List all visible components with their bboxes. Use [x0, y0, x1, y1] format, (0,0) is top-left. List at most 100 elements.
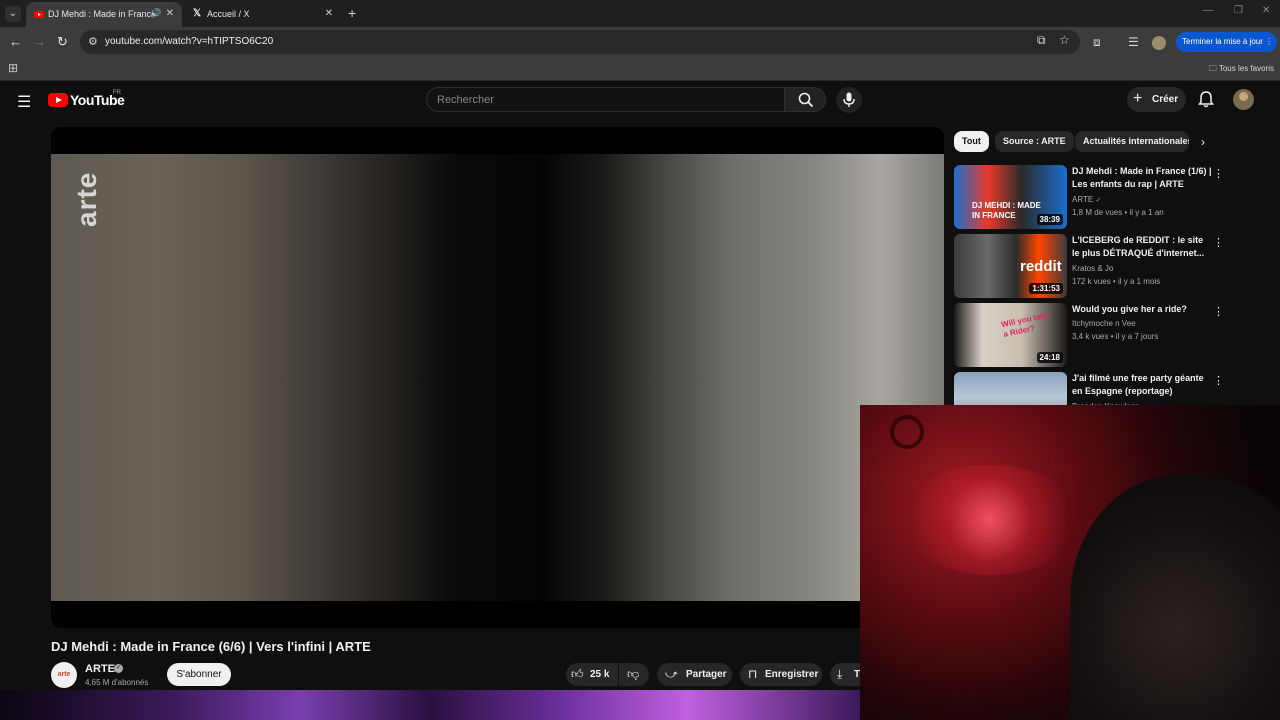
user-avatar[interactable]: [1233, 89, 1254, 110]
back-arrow-icon[interactable]: ←: [9, 34, 22, 49]
subscribe-button[interactable]: S'abonner: [167, 663, 231, 686]
create-label: Créer: [1152, 94, 1179, 105]
share-button[interactable]: ⤻ Partager: [657, 663, 732, 686]
thumbnail-text: Will you take a Rider?: [1000, 310, 1051, 340]
channel-avatar-text: arte: [57, 671, 71, 678]
dislike-button[interactable]: 👎︎: [619, 663, 649, 686]
close-window-icon[interactable]: ✕: [1262, 5, 1270, 16]
plus-icon: +: [1133, 90, 1143, 107]
search-input[interactable]: [426, 87, 784, 112]
bookmark-icon: ⊓: [748, 667, 758, 681]
reload-icon[interactable]: ↻: [57, 34, 68, 50]
like-count: 25 k: [590, 669, 610, 680]
youtube-logo-icon[interactable]: [48, 93, 68, 107]
notifications-bell-icon[interactable]: [1197, 90, 1215, 108]
browser-tab-youtube[interactable]: DJ Mehdi : Made in France 🔊 ✕: [26, 2, 182, 27]
maximize-window-icon[interactable]: ❐: [1234, 5, 1243, 16]
thumbs-down-icon: 👎︎: [627, 667, 640, 681]
reading-list-icon[interactable]: ☰: [1128, 35, 1139, 49]
video-thumbnail[interactable]: DJ MEHDI : MADE IN FRANCE 38:39: [954, 165, 1067, 229]
chip-international-news[interactable]: Actualités internationales: [1075, 131, 1189, 152]
tab-title: DJ Mehdi : Made in France: [48, 9, 157, 19]
menu-hamburger-icon[interactable]: ☰: [17, 92, 31, 112]
subscriber-count: 4,65 M d'abonnés: [85, 678, 149, 687]
install-app-icon[interactable]: ⧉: [1037, 33, 1046, 48]
youtube-favicon-icon: [34, 11, 44, 18]
region-code: FR: [113, 90, 121, 96]
recommendation-channel[interactable]: Itchymoche n Vee: [1072, 319, 1136, 328]
download-icon: ⤓: [837, 667, 843, 681]
close-tab-icon[interactable]: ✕: [325, 8, 333, 19]
recommendation-title[interactable]: DJ Mehdi : Made in France (1/6) | Les en…: [1072, 165, 1212, 191]
chip-source-arte[interactable]: Source : ARTE: [995, 131, 1074, 152]
video-title: DJ Mehdi : Made in France (6/6) | Vers l…: [51, 639, 371, 654]
browser-tab-strip: ⌄ DJ Mehdi : Made in France 🔊 ✕ 𝕏 Accuei…: [0, 0, 1280, 27]
like-button[interactable]: 👍︎ 25 k: [566, 663, 618, 686]
stream-overlay-strip: [0, 690, 860, 720]
browser-profile-avatar[interactable]: [1152, 36, 1166, 50]
address-bar[interactable]: ⚙ youtube.com/watch?v=hTIPTSO6C20: [80, 30, 1080, 54]
forward-arrow-icon[interactable]: →: [33, 34, 46, 49]
update-browser-button[interactable]: Terminer la mise à jour ⋮: [1176, 32, 1277, 52]
video-thumbnail[interactable]: Will you take a Rider? 24:18: [954, 303, 1067, 367]
verified-check-icon: ✓: [114, 664, 123, 673]
video-frame: [51, 154, 944, 601]
minimize-window-icon[interactable]: —: [1203, 5, 1213, 16]
all-bookmarks-button[interactable]: 🗀 Tous les favoris: [1209, 63, 1274, 77]
all-bookmarks-label: Tous les favoris: [1218, 64, 1274, 73]
recommendation-item[interactable]: Will you take a Rider? 24:18 Would you g…: [954, 303, 1234, 367]
save-label: Enregistrer: [765, 669, 819, 680]
create-button[interactable]: + Créer: [1127, 87, 1186, 112]
speaker-icon[interactable]: 🔊: [150, 8, 161, 19]
arte-watermark: arte: [71, 171, 102, 227]
bookmarks-bar: ⊞ 🗀 Tous les favoris: [0, 57, 1280, 81]
video-duration: 24:18: [1036, 352, 1063, 363]
recommendation-title[interactable]: Would you give her a ride?: [1072, 303, 1212, 316]
recommendation-title[interactable]: L'ICEBERG de REDDIT : le site le plus DÉ…: [1072, 234, 1212, 260]
apps-grid-icon[interactable]: ⊞: [8, 61, 18, 75]
more-options-icon[interactable]: ⋮: [1213, 236, 1224, 249]
verified-check-icon: ✓: [1095, 197, 1102, 204]
share-arrow-icon: ⤻: [665, 667, 678, 681]
channel-name[interactable]: ARTE: [85, 663, 115, 675]
more-options-icon[interactable]: ⋮: [1213, 167, 1224, 180]
channel-avatar[interactable]: arte: [51, 662, 77, 688]
thumbs-up-icon: 👍︎: [571, 667, 584, 681]
more-options-icon[interactable]: ⋮: [1213, 305, 1224, 318]
streamer-silhouette: [1070, 475, 1280, 720]
recommendation-channel[interactable]: Kratos & Jo: [1072, 264, 1113, 273]
recommendation-item[interactable]: DJ MEHDI : MADE IN FRANCE 38:39 DJ Mehdi…: [954, 165, 1234, 229]
extensions-icon[interactable]: ⧈: [1093, 35, 1101, 50]
new-tab-plus-icon[interactable]: +: [348, 5, 356, 21]
spiral-decoration: [890, 415, 924, 449]
chevron-right-icon[interactable]: ›: [1201, 135, 1205, 149]
channel-label: ARTE: [1072, 195, 1094, 204]
browser-tab-x[interactable]: 𝕏 Accueil / X ✕: [185, 2, 341, 27]
chip-all[interactable]: Tout: [954, 131, 989, 152]
bookmark-star-icon[interactable]: ☆: [1059, 33, 1070, 47]
recommendation-meta: 172 k vues • il y a 1 mois: [1072, 277, 1161, 286]
save-button[interactable]: ⊓ Enregistrer: [740, 663, 822, 686]
search-button[interactable]: [784, 87, 826, 112]
close-tab-icon[interactable]: ✕: [166, 8, 174, 19]
tab-search-button[interactable]: ⌄: [5, 6, 21, 22]
recommendation-meta: 3,4 k vues • il y a 7 jours: [1072, 332, 1159, 341]
recommendation-title[interactable]: J'ai filmé une free party géante en Espa…: [1072, 372, 1212, 398]
video-thumbnail[interactable]: reddit 1:31:53: [954, 234, 1067, 298]
download-button[interactable]: ⤓ T: [830, 663, 860, 686]
video-duration: 1:31:53: [1029, 283, 1063, 294]
recommendation-item[interactable]: reddit 1:31:53 L'ICEBERG de REDDIT : le …: [954, 234, 1234, 298]
recommendation-channel[interactable]: ARTE ✓: [1072, 195, 1101, 204]
site-info-icon[interactable]: ⚙: [88, 35, 98, 48]
url-text: youtube.com/watch?v=hTIPTSO6C20: [105, 36, 274, 47]
video-player[interactable]: arte: [51, 127, 944, 628]
more-options-icon[interactable]: ⋮: [1213, 374, 1224, 387]
red-lights: [900, 465, 1080, 575]
x-logo-icon: 𝕏: [193, 8, 202, 19]
thumbnail-text: DJ MEHDI : MADE IN FRANCE: [972, 201, 1041, 220]
video-duration: 38:39: [1036, 214, 1063, 225]
share-label: Partager: [686, 669, 727, 680]
thumbnail-text: reddit: [1020, 258, 1062, 275]
voice-search-button[interactable]: [836, 87, 862, 113]
browser-toolbar: ← → ↻ ⚙ youtube.com/watch?v=hTIPTSO6C20 …: [0, 27, 1280, 57]
